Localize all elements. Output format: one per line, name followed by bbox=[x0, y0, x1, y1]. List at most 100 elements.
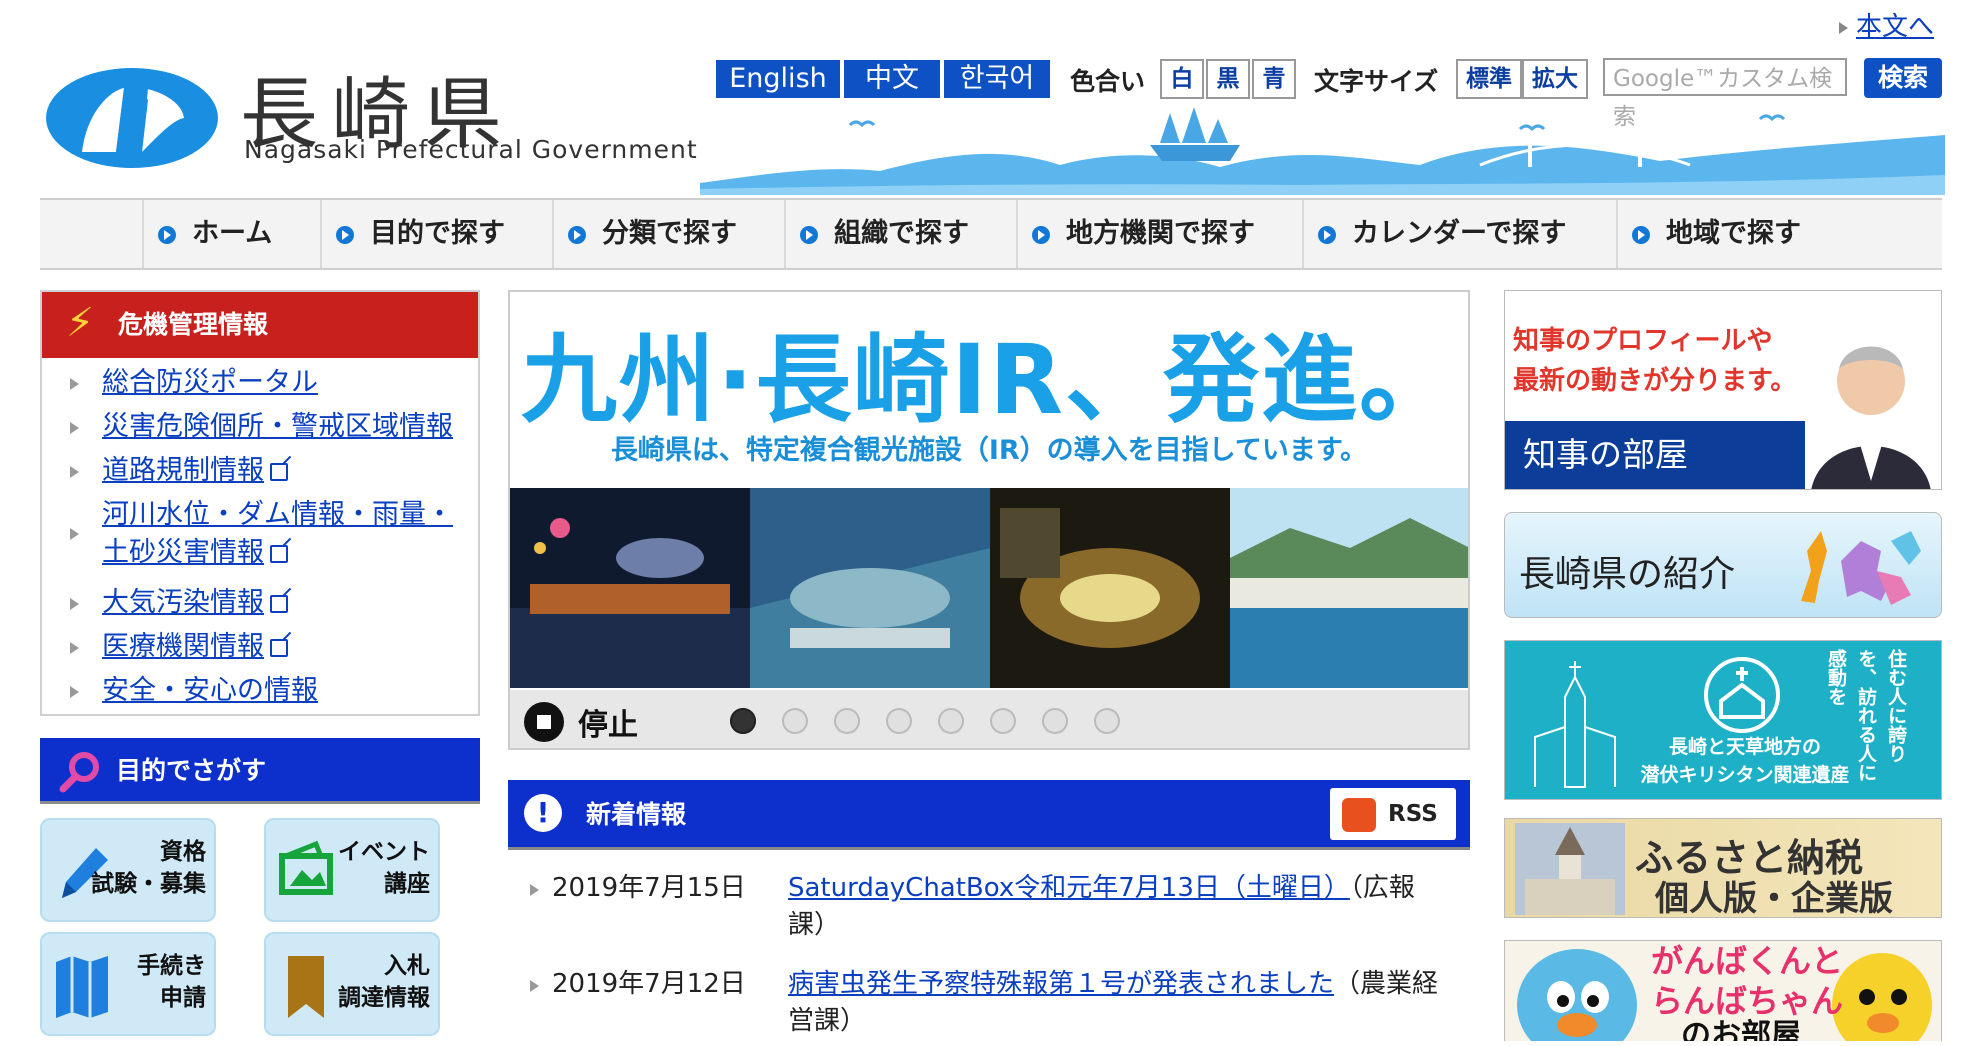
nav-item-regional-offices[interactable]: 地方機関で探す bbox=[1016, 200, 1302, 268]
crisis-link-hazard-areas[interactable]: 災害危険個所・警戒区域情報 bbox=[102, 408, 453, 446]
search-button[interactable]: 検索 bbox=[1864, 58, 1942, 98]
news-link[interactable]: SaturdayChatBox令和元年7月13日（土曜日） bbox=[788, 873, 1350, 903]
color-black-button[interactable]: 黒 bbox=[1206, 59, 1250, 99]
intro-label: 長崎県の紹介 bbox=[1519, 554, 1736, 595]
color-blue-button[interactable]: 青 bbox=[1252, 59, 1296, 99]
mascot-line2: らんばちゃん bbox=[1651, 982, 1844, 1020]
tile-line1: 手続き bbox=[137, 953, 206, 979]
heritage-emblem-icon bbox=[1704, 657, 1780, 733]
tile-line2: 講座 bbox=[384, 871, 430, 897]
link-text[interactable]: 道路規制情報 bbox=[102, 455, 264, 486]
nav-item-category[interactable]: 分類で探す bbox=[552, 200, 784, 268]
stop-icon[interactable] bbox=[524, 702, 564, 742]
link-text[interactable]: 河川水位・ダム情報・雨量・ bbox=[102, 499, 453, 530]
link-text[interactable]: 土砂災害情報 bbox=[102, 537, 264, 568]
circle-arrow-icon bbox=[568, 225, 586, 244]
bookmark-icon bbox=[288, 956, 324, 1018]
color-white-button[interactable]: 白 bbox=[1160, 59, 1204, 99]
fontsize-large-button[interactable]: 拡大 bbox=[1522, 59, 1588, 99]
nav-item-purpose[interactable]: 目的で探す bbox=[320, 200, 552, 268]
nav-item-home[interactable]: ホーム bbox=[142, 200, 320, 268]
external-link-icon bbox=[270, 594, 288, 613]
slide-dot-5[interactable] bbox=[938, 708, 964, 734]
fontsize-normal-button[interactable]: 標準 bbox=[1456, 59, 1522, 99]
link-text[interactable]: 安全・安心の情報 bbox=[102, 675, 318, 706]
search-input[interactable]: Google™カスタム検索 bbox=[1603, 58, 1847, 130]
bullet-icon bbox=[70, 642, 79, 654]
news-title: 新着情報 bbox=[586, 800, 687, 829]
link-text[interactable]: 大気汚染情報 bbox=[102, 587, 264, 618]
stop-button[interactable]: 停止 bbox=[578, 700, 638, 744]
furusato-line2: 個人版・企業版 bbox=[1655, 879, 1893, 918]
crisis-link-road-restrictions[interactable]: 道路規制情報 bbox=[102, 452, 288, 490]
lang-english-button[interactable]: English bbox=[716, 60, 840, 98]
map-icon bbox=[56, 956, 108, 1018]
skip-to-content[interactable]: 本文へ bbox=[1838, 6, 1934, 43]
crisis-link-disaster-portal[interactable]: 総合防災ポータル bbox=[102, 364, 318, 402]
skip-link[interactable]: 本文へ bbox=[1856, 12, 1934, 42]
mascot-ranbachan-image bbox=[1832, 953, 1932, 1041]
news-header: ! 新着情報 RSS bbox=[508, 780, 1470, 850]
bullet-icon bbox=[530, 884, 539, 896]
circle-arrow-icon bbox=[1318, 225, 1336, 244]
governor-photo bbox=[1801, 311, 1941, 489]
event-icon bbox=[279, 840, 333, 895]
arrow-right-icon bbox=[1838, 21, 1848, 34]
governor-room-banner[interactable]: 知事のプロフィールや 最新の動きが分ります。 知事の部屋 bbox=[1504, 290, 1942, 490]
slide-dot-1[interactable] bbox=[730, 708, 756, 734]
bullet-icon bbox=[530, 980, 539, 992]
mascot-room-banner[interactable]: がんばくんと らんばちゃん のお部屋 bbox=[1504, 940, 1942, 1041]
bullet-icon bbox=[70, 378, 79, 390]
tile-qualification[interactable]: 資格 試験・募集 bbox=[40, 818, 216, 922]
nav-label: 目的で探す bbox=[370, 218, 505, 249]
lang-chinese-button[interactable]: 中文 bbox=[844, 60, 940, 98]
hero-carousel[interactable]: 九州·長崎IR、発進。 長崎県は、特定複合観光施設（IR）の導入を目指しています… bbox=[508, 290, 1470, 750]
nav-item-calendar[interactable]: カレンダーで探す bbox=[1302, 200, 1616, 268]
crisis-link-air-pollution[interactable]: 大気汚染情報 bbox=[102, 584, 288, 622]
news-date: 2019年7月12日 bbox=[552, 969, 746, 999]
bullet-icon bbox=[70, 598, 79, 610]
nav-label: 地方機関で探す bbox=[1066, 218, 1255, 249]
tile-line1: 資格 bbox=[160, 839, 206, 865]
tile-event[interactable]: イベント 講座 bbox=[264, 818, 440, 922]
slide-dot-6[interactable] bbox=[990, 708, 1016, 734]
tile-label: 資格 試験・募集 bbox=[91, 836, 206, 900]
lang-korean-button[interactable]: 한국어 bbox=[944, 60, 1050, 98]
link-text[interactable]: 総合防災ポータル bbox=[102, 367, 318, 398]
lightning-icon: ⚡ bbox=[65, 300, 95, 346]
slide-dot-7[interactable] bbox=[1042, 708, 1068, 734]
tile-procedures[interactable]: 手続き 申請 bbox=[40, 932, 216, 1036]
tile-bidding[interactable]: 入札 調達情報 bbox=[264, 932, 440, 1036]
link-text[interactable]: 医療機関情報 bbox=[102, 631, 264, 662]
mascot-line3: のお部屋 bbox=[1681, 1018, 1801, 1042]
furusato-tax-banner[interactable]: ふるさと納税 個人版・企業版 bbox=[1504, 818, 1942, 918]
news-link[interactable]: 病害虫発生予察特殊報第１号が発表されました bbox=[788, 969, 1334, 999]
crisis-link-safety[interactable]: 安全・安心の情報 bbox=[102, 672, 318, 710]
tile-label: イベント 講座 bbox=[338, 836, 430, 900]
slide-dot-4[interactable] bbox=[886, 708, 912, 734]
nav-label: 分類で探す bbox=[602, 218, 737, 249]
circle-arrow-icon bbox=[158, 225, 176, 244]
nav-item-organization[interactable]: 組織で探す bbox=[784, 200, 1016, 268]
mascot-line1: がんばくんと bbox=[1651, 942, 1844, 980]
magnifier-icon bbox=[59, 752, 99, 793]
tile-line2: 調達情報 bbox=[338, 985, 430, 1011]
rss-button[interactable]: RSS bbox=[1330, 788, 1456, 840]
christian-heritage-banner[interactable]: 長崎と天草地方の 潜伏キリシタン関連遺産 住む人に誇りを、訪れる人に感動を bbox=[1504, 640, 1942, 800]
nav-item-region[interactable]: 地域で探す bbox=[1616, 200, 1938, 268]
hero-photo-night-complex bbox=[990, 488, 1230, 688]
external-link-icon bbox=[270, 544, 288, 563]
carousel-controls: 停止 bbox=[510, 690, 1468, 748]
slide-dot-2[interactable] bbox=[782, 708, 808, 734]
slide-dot-3[interactable] bbox=[834, 708, 860, 734]
crisis-link-medical[interactable]: 医療機関情報 bbox=[102, 628, 288, 666]
slide-dot-8[interactable] bbox=[1094, 708, 1120, 734]
governor-room-label: 知事の部屋 bbox=[1505, 421, 1805, 489]
tile-label: 手続き 申請 bbox=[137, 950, 206, 1014]
link-text[interactable]: 災害危険個所・警戒区域情報 bbox=[102, 411, 453, 442]
prefecture-intro-banner[interactable]: 長崎県の紹介 bbox=[1504, 512, 1942, 618]
hero-title: 九州·長崎IR、発進。 bbox=[520, 324, 1458, 436]
nav-label: カレンダーで探す bbox=[1352, 218, 1567, 249]
prefecture-map-icon bbox=[1801, 531, 1921, 605]
crisis-link-river-levels[interactable]: 河川水位・ダム情報・雨量・ 土砂災害情報 bbox=[102, 496, 453, 572]
